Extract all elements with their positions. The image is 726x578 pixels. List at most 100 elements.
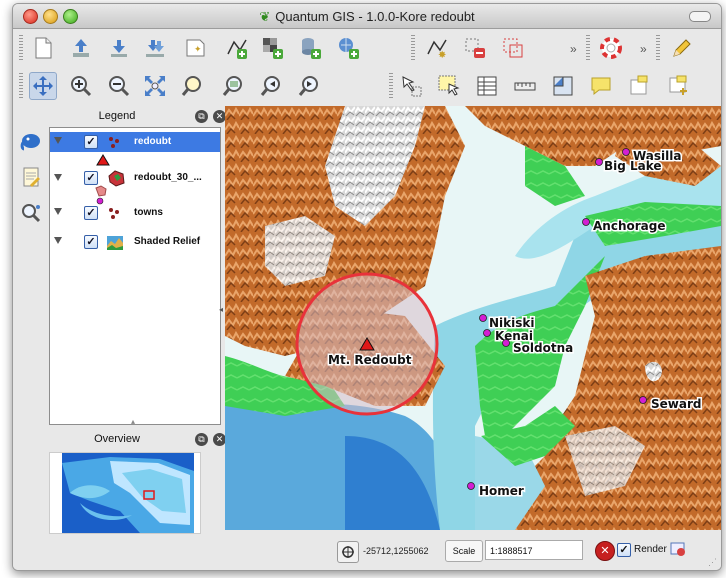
layer-item-shaded-relief[interactable]: ✓ Shaded Relief xyxy=(50,232,220,252)
new-bookmark-icon[interactable] xyxy=(625,72,653,100)
save-as-icon[interactable] xyxy=(141,34,169,62)
toolbar-toggle-button[interactable] xyxy=(689,11,711,22)
polygon-symbol-icon xyxy=(108,170,125,187)
toolbar-grip[interactable] xyxy=(411,35,415,61)
measure-line-icon[interactable] xyxy=(511,72,539,100)
legend-panel: ✓ redoubt ✓ redoubt_30_... ✓ towns ✓ Sha… xyxy=(49,127,221,425)
layer-name: redoubt_30_... xyxy=(134,172,202,183)
window-title: ❦ Quantum GIS - 1.0.0-Kore redoubt xyxy=(259,9,475,24)
toolbar-grip[interactable] xyxy=(19,35,23,61)
expand-triangle-icon[interactable] xyxy=(54,137,62,144)
layer-visibility-checkbox[interactable]: ✓ xyxy=(84,171,98,185)
layer-item-towns[interactable]: ✓ towns xyxy=(50,197,220,223)
add-postgis-layer-icon[interactable] xyxy=(297,34,325,62)
attribute-table-icon[interactable] xyxy=(473,72,501,100)
new-print-composer-icon[interactable]: ✦ xyxy=(181,34,209,62)
zoom-next-icon[interactable] xyxy=(295,72,323,100)
expand-triangle-icon[interactable] xyxy=(54,174,62,181)
add-vector-layer-icon[interactable] xyxy=(223,34,251,62)
town-label: Seward xyxy=(651,397,701,411)
render-label: Render xyxy=(634,544,667,555)
capture-point-icon[interactable]: ✸ xyxy=(423,34,451,62)
postgis-elephant-icon[interactable] xyxy=(18,128,44,154)
overview-float-button[interactable]: ⧉ xyxy=(195,433,208,446)
expand-triangle-icon[interactable] xyxy=(54,208,62,215)
town-label: Big Lake xyxy=(604,159,662,173)
move-feature-icon[interactable] xyxy=(499,34,527,62)
edit-pencil-icon[interactable] xyxy=(667,34,695,62)
open-project-icon[interactable] xyxy=(67,34,95,62)
delete-feature-icon[interactable] xyxy=(461,34,489,62)
new-project-icon[interactable] xyxy=(29,34,57,62)
measure-area-icon[interactable] xyxy=(549,72,577,100)
layer-visibility-checkbox[interactable]: ✓ xyxy=(84,206,98,220)
search-magnifier-icon[interactable] xyxy=(18,200,44,226)
point-symbol-icon xyxy=(109,208,119,219)
zoom-in-icon[interactable] xyxy=(67,72,95,100)
add-raster-layer-icon[interactable] xyxy=(259,34,287,62)
note-pad-icon[interactable] xyxy=(18,164,44,190)
legend-header: Legend ⧉ ✕ xyxy=(47,106,226,126)
qgis-leaf-icon: ❦ xyxy=(259,9,271,24)
splitter-handle[interactable]: ▴ xyxy=(131,417,135,426)
volcano-triangle-icon xyxy=(96,154,110,166)
window-resize-grip[interactable]: ⋰ xyxy=(708,557,717,568)
pan-icon[interactable] xyxy=(29,72,57,100)
legend-float-button[interactable]: ⧉ xyxy=(195,110,208,123)
add-wms-layer-icon[interactable] xyxy=(335,34,363,62)
help-icon[interactable] xyxy=(597,34,625,62)
layer-name: Shaded Relief xyxy=(134,236,201,247)
zoom-last-icon[interactable] xyxy=(257,72,285,100)
town-point-swatch-icon xyxy=(96,197,104,205)
volcano-label: Mt. Redoubt xyxy=(328,353,412,367)
town-big-lake[interactable]: Big Lake xyxy=(595,158,663,175)
town-label: Soldotna xyxy=(513,341,573,355)
town-anchorage[interactable]: Anchorage xyxy=(582,218,667,235)
coordinate-readout: -25712,1255062 xyxy=(363,546,429,556)
svg-text:✦: ✦ xyxy=(194,44,202,54)
scale-label: Scale xyxy=(445,540,483,562)
point-symbol-icon xyxy=(109,137,119,148)
layer-item-redoubt-30[interactable]: ✓ redoubt_30_... xyxy=(50,154,220,197)
overview-header: Overview ⧉ ✕ xyxy=(47,429,226,449)
map-canvas[interactable]: Mt. Redoubt Wasilla Big Lake Anchorage N… xyxy=(225,106,721,530)
layer-item-redoubt[interactable]: ✓ redoubt xyxy=(50,132,220,152)
scale-input[interactable]: 1:1888517 xyxy=(485,540,583,560)
town-label: Nikiski xyxy=(489,316,535,330)
zoom-full-icon[interactable] xyxy=(141,72,169,100)
file-toolbar: ✦ ✸ » » xyxy=(13,29,721,67)
town-label: Homer xyxy=(479,484,524,498)
legend-title: Legend xyxy=(98,110,136,122)
town-label: Anchorage xyxy=(593,219,665,233)
svg-text:✸: ✸ xyxy=(438,50,446,60)
toolbar-grip[interactable] xyxy=(656,35,660,61)
overview-map[interactable] xyxy=(49,452,201,534)
identify-icon[interactable] xyxy=(397,72,425,100)
layer-visibility-checkbox[interactable]: ✓ xyxy=(84,135,98,149)
toolbar-extension-chevron[interactable]: » xyxy=(640,42,647,56)
render-checkbox[interactable]: ✓ xyxy=(617,543,631,557)
status-bar: -25712,1255062 Scale 1:1888517 ✕ ✓ Rende… xyxy=(13,535,721,570)
projection-icon[interactable] xyxy=(670,541,686,557)
town-soldotna[interactable]: Soldotna xyxy=(502,339,575,357)
toolbar-extension-chevron[interactable]: » xyxy=(570,42,577,56)
map-navigation-toolbar xyxy=(13,67,721,105)
layer-visibility-checkbox[interactable]: ✓ xyxy=(84,235,98,249)
select-features-icon[interactable] xyxy=(435,72,463,100)
stop-render-button[interactable]: ✕ xyxy=(595,541,615,561)
zoom-out-icon[interactable] xyxy=(105,72,133,100)
panel-resize-handle[interactable]: ◂ xyxy=(219,305,223,314)
toolbar-grip[interactable] xyxy=(19,73,23,99)
toolbar-grip[interactable] xyxy=(389,73,393,99)
show-bookmarks-icon[interactable] xyxy=(665,72,693,100)
toolbar-grip[interactable] xyxy=(586,35,590,61)
zoom-layer-icon[interactable] xyxy=(219,72,247,100)
zoom-selection-icon[interactable] xyxy=(179,72,207,100)
save-project-icon[interactable] xyxy=(105,34,133,62)
qgis-window: ❦ Quantum GIS - 1.0.0-Kore redoubt ✦ ✸ »… xyxy=(12,3,722,571)
polygon-swatch-icon xyxy=(95,185,107,197)
expand-triangle-icon[interactable] xyxy=(54,237,62,244)
map-tips-icon[interactable] xyxy=(587,72,615,100)
coordinate-toggle-icon[interactable] xyxy=(337,541,359,563)
title-bar: ❦ Quantum GIS - 1.0.0-Kore redoubt xyxy=(13,4,721,29)
